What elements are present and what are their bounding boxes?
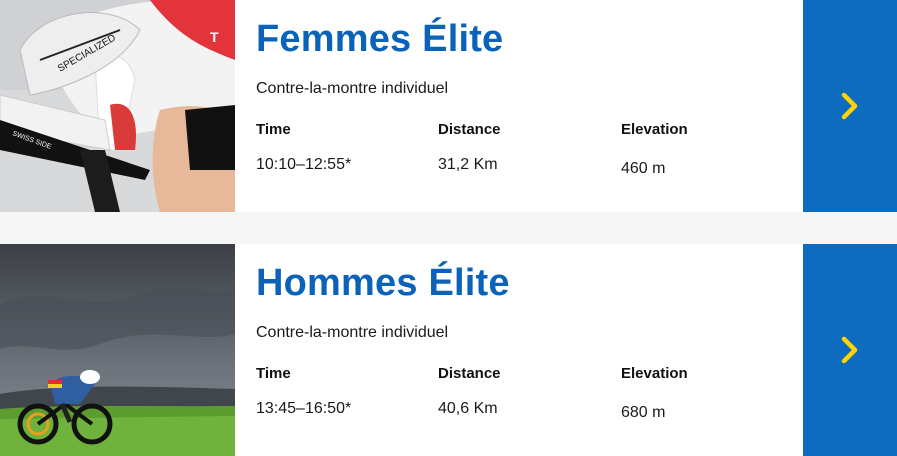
stat-time: Time 13:45–16:50* [256,365,426,418]
stat-time-label: Time [256,121,291,138]
race-photo-hommes [0,244,235,456]
stat-elevation: Elevation 680 m [621,365,791,422]
stat-elevation: Elevation 460 m [621,121,791,178]
race-title[interactable]: Hommes Élite [256,262,510,305]
race-photo-femmes: SPECIALIZED SWISS SIDE T [0,0,235,212]
stat-distance-label: Distance [438,121,501,138]
stat-distance: Distance 40,6 Km [438,365,608,418]
race-info: Hommes Élite Contre-la-montre individuel… [256,244,796,456]
race-type: Contre-la-montre individuel [256,80,449,97]
race-info: Femmes Élite Contre-la-montre individuel… [256,0,796,212]
race-card-hommes-elite[interactable]: Hommes Élite Contre-la-montre individuel… [0,244,897,456]
stat-distance-value: 40,6 Km [438,400,498,417]
stat-time: Time 10:10–12:55* [256,121,426,174]
stat-elevation-value: 680 m [621,404,666,421]
open-race-button[interactable] [803,0,897,212]
stat-distance-value: 31,2 Km [438,156,498,173]
race-type: Contre-la-montre individuel [256,324,449,341]
chevron-right-icon [841,336,858,364]
stat-elevation-value: 460 m [621,160,666,177]
stat-time-value: 10:10–12:55* [256,156,352,173]
stat-time-label: Time [256,365,291,382]
stat-time-value: 13:45–16:50* [256,400,352,417]
open-race-button[interactable] [803,244,897,456]
stat-elevation-label: Elevation [621,121,688,138]
stat-distance: Distance 31,2 Km [438,121,608,174]
stat-elevation-label: Elevation [621,365,688,382]
race-card-femmes-elite[interactable]: SPECIALIZED SWISS SIDE T Femmes Élite Co… [0,0,897,212]
stat-distance-label: Distance [438,365,501,382]
sponsor-logo-t: T [210,29,219,45]
race-title[interactable]: Femmes Élite [256,18,503,61]
chevron-right-icon [841,92,858,120]
